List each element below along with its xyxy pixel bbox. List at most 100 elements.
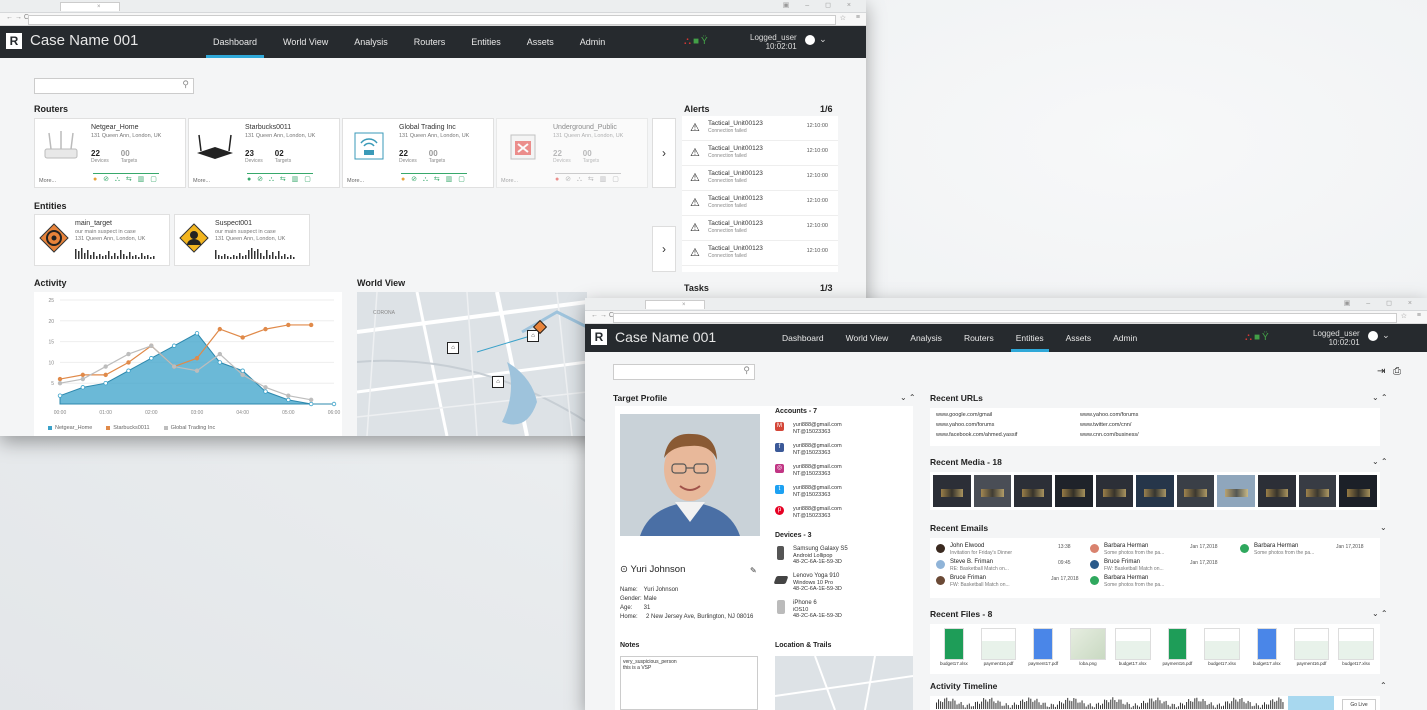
status-icons[interactable]: ⛬■Ÿ (684, 36, 710, 47)
location-map[interactable] (775, 656, 913, 710)
account-item[interactable]: f yuri888@gmail.com NT@15023363 (775, 443, 842, 457)
collapse-toggle-icon[interactable]: ⌄ ⌃ (1372, 609, 1388, 618)
file-item[interactable]: budget17.xlsx (1247, 628, 1287, 670)
router-card[interactable]: Starbucks0011 131 Queen Ann, London, UK … (188, 118, 340, 188)
app-logo[interactable]: R Case Name 001 (591, 329, 716, 345)
legend-item[interactable]: Global Trading Inc (164, 425, 216, 431)
browser-menu-icon[interactable]: ≡ (856, 14, 860, 21)
file-item[interactable]: payment16.pdf (979, 628, 1019, 670)
tab-world-view[interactable]: World View (270, 26, 341, 58)
alert-item[interactable]: ⚠ Tactical_Unit00123 Connection failed 12:1… (682, 191, 838, 216)
browser-tab[interactable]: × (60, 2, 120, 11)
url-link[interactable]: www.cnn.com/business/ (1080, 432, 1139, 438)
browser-nav-icons[interactable]: ← → C (6, 14, 29, 21)
alert-item[interactable]: ⚠ Tactical_Unit00123 Connection failed 12:1… (682, 166, 838, 191)
file-item[interactable]: budget17.xlsx (934, 628, 974, 670)
alert-item[interactable]: ⚠ Tactical_Unit00123 Connection failed 12:1… (682, 116, 838, 141)
tab-admin[interactable]: Admin (567, 26, 619, 58)
network-alert-icon[interactable]: ⛬ (1245, 332, 1254, 343)
media-thumbnail[interactable] (1258, 475, 1296, 507)
more-link[interactable]: More... (39, 178, 56, 184)
file-item[interactable]: budget17.xlsx (1202, 628, 1242, 670)
entity-card[interactable]: main_target our main suspect in case 131… (34, 214, 170, 266)
account-item[interactable]: Myuri888@gmail.com NT@15023363 (775, 422, 842, 436)
url-link[interactable]: www.yahoo.com/forums (936, 422, 994, 428)
window-controls[interactable]: ▣ – ◻ × (1344, 299, 1419, 307)
world-view-map[interactable]: CORONA ⌂ ⌂ ⌂ (357, 292, 587, 436)
activity-timeline[interactable]: Go Live (930, 696, 1380, 710)
tab-world-view[interactable]: World View (835, 324, 900, 352)
entity-card[interactable]: Suspect001 our main suspect in case 131 … (174, 214, 310, 266)
tab-dashboard[interactable]: Dashboard (200, 26, 270, 58)
signal-icon[interactable]: Ÿ (701, 36, 710, 47)
file-item[interactable]: payment17.pdf (1023, 628, 1063, 670)
device-item[interactable]: Lenovo Yoga 910 Windows 10 Pro 48-2C-6A-1E… (773, 573, 842, 593)
media-thumbnail[interactable] (1014, 475, 1052, 507)
file-item[interactable]: payment16.pdf (1292, 628, 1332, 670)
media-thumbnail[interactable] (1298, 475, 1337, 507)
tab-admin[interactable]: Admin (1102, 324, 1148, 352)
database-icon[interactable]: ■ (693, 36, 701, 47)
device-marker-icon[interactable]: ⌂ (492, 376, 504, 388)
user-menu[interactable]: Logged_user 10:02:01 ⌄ (750, 33, 827, 51)
collapse-toggle-icon[interactable]: ⌄ ⌃ (1372, 457, 1388, 466)
account-item[interactable]: t yuri888@gmail.com NT@15023363 (775, 485, 842, 499)
edit-icon[interactable]: ✎ (750, 566, 757, 575)
media-thumbnail[interactable] (1339, 475, 1378, 507)
app-logo[interactable]: R Case Name 001 (6, 32, 138, 49)
media-thumbnail[interactable] (973, 475, 1012, 507)
chevron-down-icon[interactable]: ⌄ (819, 35, 827, 44)
user-avatar-icon[interactable] (804, 35, 815, 45)
tab-analysis[interactable]: Analysis (899, 324, 953, 352)
router-card-offline[interactable]: Underground_Public 131 Queen Ann, London… (496, 118, 648, 188)
tab-assets[interactable]: Assets (1055, 324, 1103, 352)
file-item[interactable]: budget17.xlsx (1336, 628, 1376, 670)
media-thumbnail[interactable] (1217, 475, 1256, 507)
file-item[interactable]: loba.png (1068, 628, 1108, 670)
entities-next-button[interactable]: › (652, 226, 676, 272)
account-item[interactable]: p yuri888@gmail.com NT@15023363 (775, 506, 842, 520)
alert-item[interactable]: ⚠ Tactical_Unit00123 Connection failed 12:1… (682, 241, 838, 266)
browser-tab[interactable]: × (645, 300, 705, 309)
url-input[interactable] (613, 313, 1397, 323)
legend-item[interactable]: Starbucks0011 (106, 425, 149, 431)
router-card[interactable]: Global Trading Inc 131 Queen Ann, London… (342, 118, 494, 188)
browser-nav-icons[interactable]: ← → C (591, 312, 614, 319)
file-item[interactable]: payment16.pdf (1158, 628, 1198, 670)
network-alert-icon[interactable]: ⛬ (684, 36, 693, 47)
more-link[interactable]: More... (501, 178, 518, 184)
search-icon[interactable]: ⚲ (182, 79, 189, 90)
more-link[interactable]: More... (193, 178, 210, 184)
file-item[interactable]: budget17.xlsx (1113, 628, 1153, 670)
tab-analysis[interactable]: Analysis (341, 26, 401, 58)
media-thumbnail[interactable] (1054, 475, 1093, 507)
timeline-selection[interactable] (1288, 696, 1334, 710)
tab-entities[interactable]: Entities (1005, 324, 1055, 352)
media-thumbnail[interactable] (1095, 475, 1134, 507)
tab-assets[interactable]: Assets (514, 26, 567, 58)
tab-routers[interactable]: Routers (401, 26, 459, 58)
export-icon[interactable]: ⇥ (1377, 366, 1385, 377)
collapse-toggle-icon[interactable]: ⌃ (1380, 681, 1387, 690)
account-item[interactable]: ◎ yuri888@gmail.com NT@15023363 (775, 464, 842, 478)
bookmark-star-icon[interactable]: ☆ (840, 14, 846, 22)
legend-item[interactable]: Netgear_Home (48, 425, 92, 431)
router-action-icons[interactable]: ● ⊘ ⛬ ⇆ ▥ ▢ (401, 173, 467, 184)
search-icon[interactable]: ⚲ (743, 365, 750, 376)
collapse-toggle-icon[interactable]: ⌄ ⌃ (1372, 393, 1388, 402)
tab-entities[interactable]: Entities (458, 26, 514, 58)
routers-next-button[interactable]: › (652, 118, 676, 188)
url-link[interactable]: www.twitter.com/cnn/ (1080, 422, 1131, 428)
url-link[interactable]: www.google.com/gmail (936, 412, 992, 418)
router-action-icons[interactable]: ● ⊘ ⛬ ⇆ ▥ ▢ (247, 173, 313, 184)
status-icons[interactable]: ⛬■Ÿ (1245, 332, 1271, 343)
collapse-toggle-icon[interactable]: ⌄ (1380, 523, 1387, 532)
signal-icon[interactable]: Ÿ (1262, 332, 1271, 343)
window-controls[interactable]: ▣ – ◻ × (783, 1, 858, 9)
tab-routers[interactable]: Routers (953, 324, 1005, 352)
bookmark-star-icon[interactable]: ☆ (1401, 312, 1407, 320)
more-link[interactable]: More... (347, 178, 364, 184)
user-menu[interactable]: Logged_user 10:02:01 ⌄ (1313, 329, 1390, 347)
print-icon[interactable]: ⎙ (1393, 366, 1401, 377)
url-link[interactable]: www.facebook.com/ahmed.yassif (936, 432, 1017, 438)
